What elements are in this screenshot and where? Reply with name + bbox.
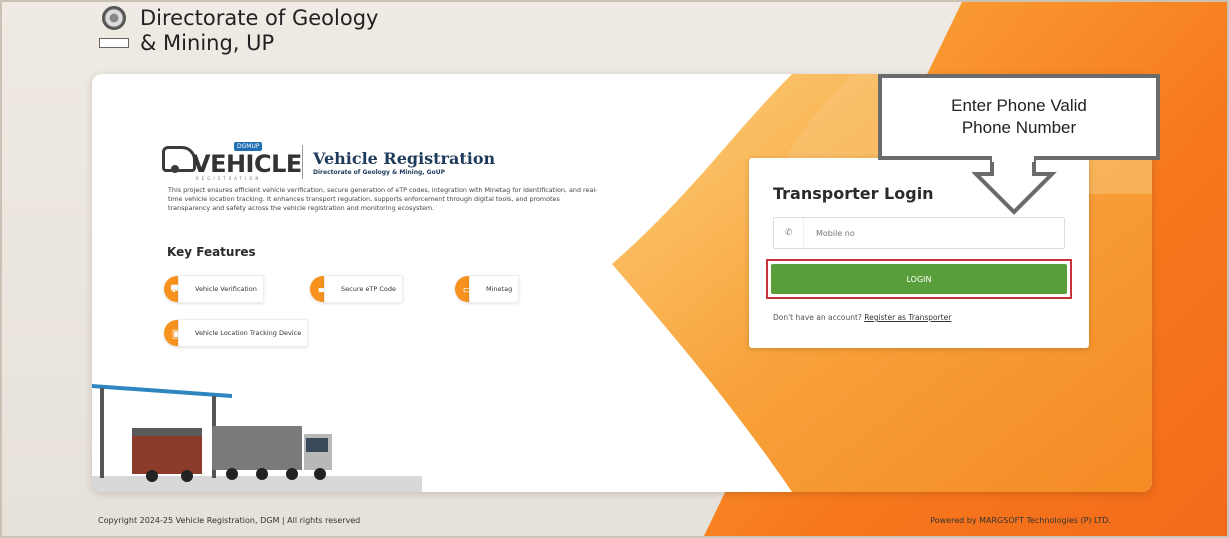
register-prefix: Don't have an account? — [773, 313, 862, 322]
site-header: Directorate of Geology & Mining, UP — [94, 6, 378, 56]
phone-icon: ✆ — [774, 218, 804, 248]
callout-arrow-icon — [972, 156, 1057, 215]
logo-sub: REGISTRATION — [196, 176, 262, 181]
project-description: This project ensures efficient vehicle v… — [168, 186, 598, 212]
org-title-line2: & Mining, UP — [140, 31, 275, 55]
login-button[interactable]: LOGIN — [771, 264, 1067, 294]
feature-vehicle-location-tracking: ▣ Vehicle Location Tracking Device — [164, 319, 309, 347]
org-title-line1: Directorate of Geology — [140, 6, 379, 30]
brand-row: DGMUP VEHICLE REGISTRATION Vehicle Regis… — [162, 142, 495, 182]
feature-minetag: ▭ Minetag — [455, 275, 520, 303]
brand-divider — [302, 145, 303, 179]
brand-title: Vehicle Registration — [313, 148, 496, 168]
callout-line2: Phone Number — [961, 118, 1077, 137]
brand-subtitle: Directorate of Geology & Mining, GoUP — [313, 168, 445, 176]
register-link[interactable]: Register as Transporter — [864, 313, 951, 322]
truck-scene-illustration — [92, 384, 422, 492]
login-title: Transporter Login — [773, 184, 934, 203]
mobile-input[interactable] — [816, 228, 1056, 238]
feature-label: Minetag — [469, 275, 520, 303]
page-frame: Directorate of Geology & Mining, UP DGMU… — [0, 0, 1229, 538]
feature-vehicle-verification: ⛟ Vehicle Verification — [164, 275, 264, 303]
footer-powered-by: Powered by MARGSOFT Technologies (P) LTD… — [930, 516, 1111, 525]
feature-label: Vehicle Location Tracking Device — [178, 319, 309, 347]
feature-label: Vehicle Verification — [178, 275, 264, 303]
state-emblem-icon — [94, 6, 134, 54]
register-line: Don't have an account? Register as Trans… — [773, 313, 951, 322]
mobile-field[interactable]: ✆ — [773, 217, 1065, 249]
login-button-highlight: LOGIN — [766, 259, 1072, 299]
callout-box: Enter Phone Valid Phone Number — [878, 74, 1160, 160]
callout-line1: Enter Phone Valid — [951, 96, 1087, 115]
vehicle-logo-icon: DGMUP VEHICLE REGISTRATION — [162, 142, 302, 182]
feature-secure-etp-code: ▬ Secure eTP Code — [310, 275, 404, 303]
logo-word: VEHICLE — [192, 150, 302, 178]
key-features-title: Key Features — [167, 245, 256, 259]
footer-copyright: Copyright 2024-25 Vehicle Registration, … — [98, 516, 361, 525]
feature-label: Secure eTP Code — [324, 275, 404, 303]
